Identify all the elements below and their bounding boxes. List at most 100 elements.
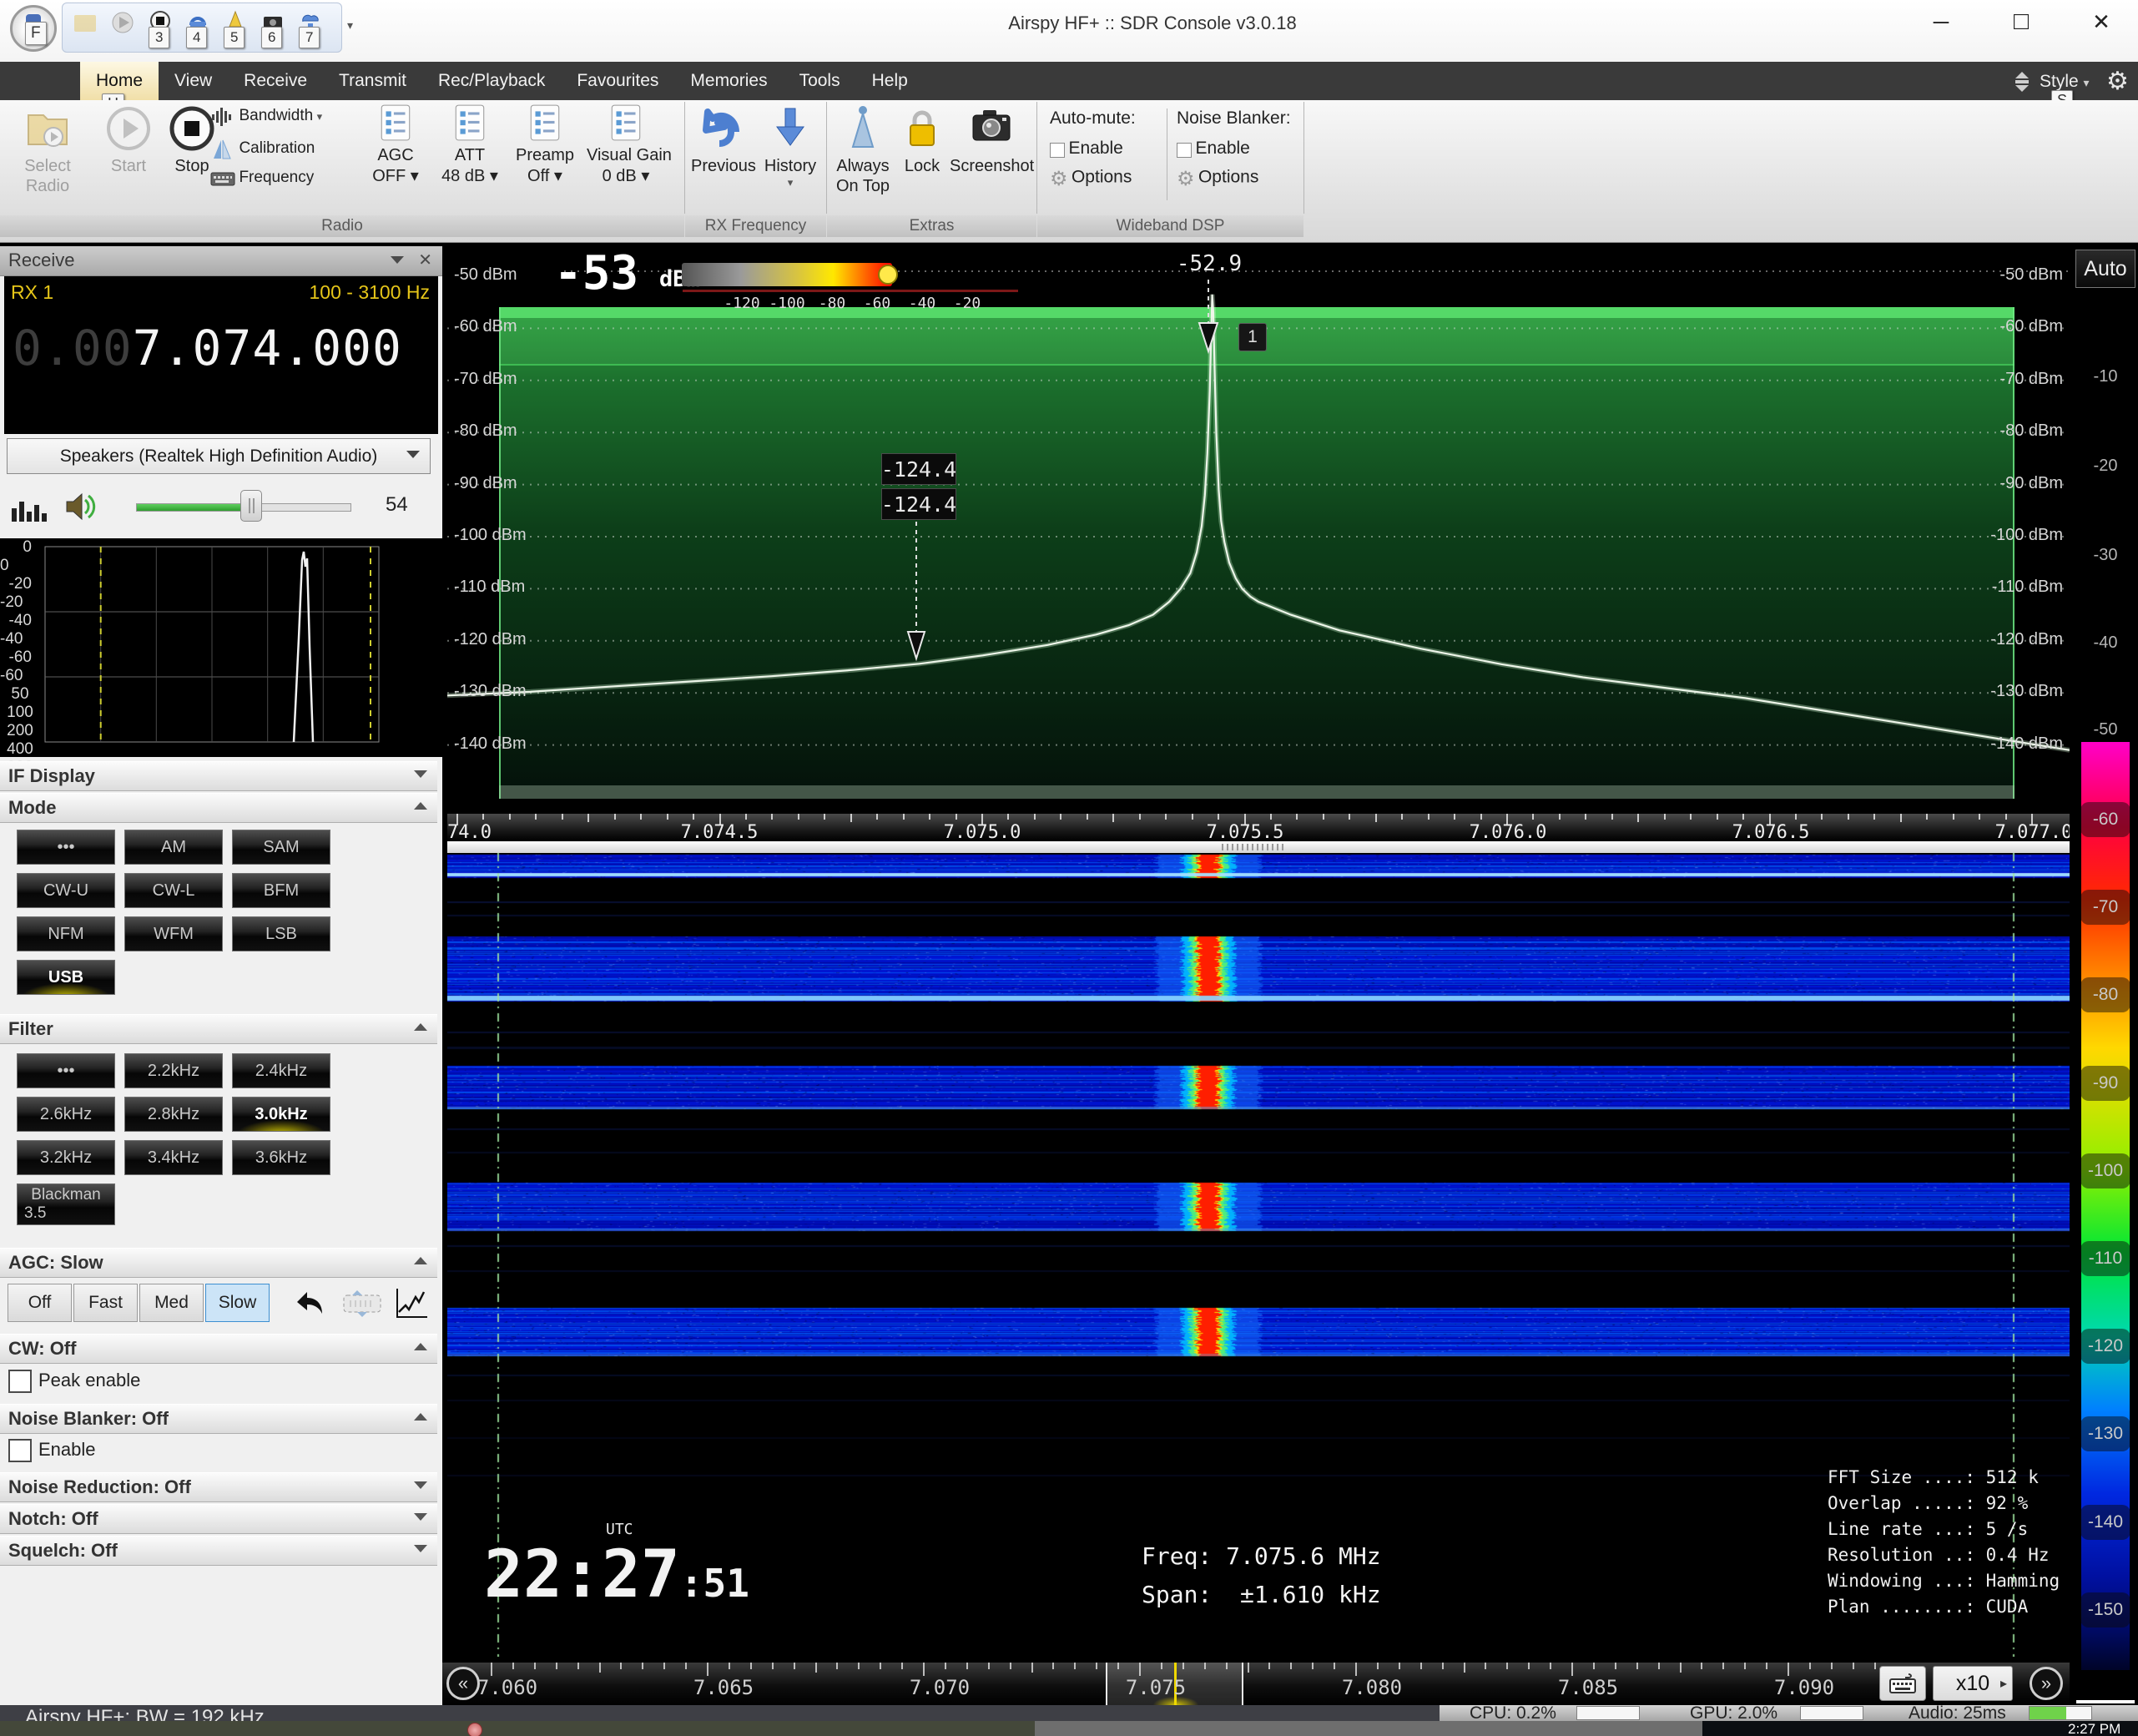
spectrum-waterfall-splitter[interactable] xyxy=(447,841,2070,853)
start-button[interactable]: Start xyxy=(98,105,159,176)
axis-tick xyxy=(1848,814,1849,820)
agc-scheme-icon[interactable] xyxy=(342,1289,382,1319)
history-button[interactable]: History ▾ xyxy=(758,103,823,189)
audio-device-select[interactable]: Speakers (Realtek High Definition Audio) xyxy=(7,438,431,474)
style-menu[interactable]: Style ▾ xyxy=(2040,72,2090,92)
agc-undo-icon[interactable] xyxy=(290,1287,327,1320)
section-header-noise-blanker[interactable]: Noise Blanker: Off xyxy=(0,1404,437,1434)
close-button[interactable] xyxy=(2083,7,2120,37)
filter-button-2-8khz[interactable]: 2.8kHz xyxy=(124,1097,223,1132)
bandwidth-button[interactable]: Bandwidth ▾ xyxy=(210,107,361,127)
section-header-squelch[interactable]: Squelch: Off xyxy=(0,1536,437,1566)
filter-button-2-4khz[interactable]: 2.4kHz xyxy=(232,1053,330,1088)
tab-receive[interactable]: Receive xyxy=(228,62,323,100)
rf-spectrum-display[interactable]: -53 dBm -120-100-80-60-40-20 -52.9 1 -12… xyxy=(447,246,2070,814)
mode-button-wfm[interactable]: WFM xyxy=(124,916,223,951)
speaker-icon[interactable] xyxy=(63,490,100,523)
spectrum-frequency-axis[interactable]: 74.07.074.57.075.07.075.57.076.07.076.57… xyxy=(447,814,2070,841)
nav-zoom-button[interactable]: x10 ▸ xyxy=(1933,1666,2013,1701)
select-radio-button[interactable]: SelectRadio xyxy=(10,105,85,196)
mode-button-sam[interactable]: SAM xyxy=(232,830,330,865)
agc-slow-button[interactable]: Slow xyxy=(205,1284,270,1322)
s-meter-dot xyxy=(878,265,898,285)
ribbon-dropdown-agc[interactable]: AGCOFF ▾ xyxy=(356,103,435,212)
always-on-top-button[interactable]: AlwaysOn Top xyxy=(833,103,893,196)
maximize-button[interactable] xyxy=(2003,7,2040,37)
ribbon-dropdown-visual-gain[interactable]: Visual Gain0 dB ▾ xyxy=(587,103,665,212)
panel-close-icon[interactable]: ✕ xyxy=(418,250,432,270)
ribbon-tabs: HomeViewReceiveTransmitRec/PlaybackFavou… xyxy=(0,62,2138,100)
window-function-button[interactable]: Blackman 3.5 xyxy=(17,1183,115,1225)
peak-enable-checkbox[interactable] xyxy=(8,1370,32,1393)
mode-button-cw-l[interactable]: CW-L xyxy=(124,873,223,908)
filter-button-2-2khz[interactable]: 2.2kHz xyxy=(124,1053,223,1088)
settings-gear-icon[interactable]: ⚙ xyxy=(2106,67,2129,96)
ribbon-collapse-icon[interactable] xyxy=(2009,68,2035,99)
frequency-display[interactable]: RX 1 100 - 3100 Hz 0.007.074.000 xyxy=(4,276,438,434)
mode-button-[interactable]: ••• xyxy=(17,830,115,865)
tab-rec-playback[interactable]: Rec/Playback xyxy=(422,62,561,100)
section-header-agc[interactable]: AGC: Slow xyxy=(0,1248,437,1278)
axis-tick xyxy=(1007,814,1009,820)
lock-button[interactable]: Lock xyxy=(896,103,948,176)
mode-button-lsb[interactable]: LSB xyxy=(232,916,330,951)
section-header-mode[interactable]: Mode xyxy=(0,793,437,823)
minimize-button[interactable] xyxy=(1923,7,1959,37)
section-header-filter[interactable]: Filter xyxy=(0,1014,437,1044)
screenshot-button[interactable]: Screenshot xyxy=(950,103,1033,176)
receive-panel-header[interactable]: Receive ✕ xyxy=(0,246,442,276)
tab-help[interactable]: Help xyxy=(856,62,924,100)
noise-blanker-enable-checkbox[interactable]: Enable xyxy=(1177,139,1250,159)
taskbar-app-icon[interactable] xyxy=(467,1723,482,1736)
section-header-noise-reduction[interactable]: Noise Reduction: Off xyxy=(0,1472,437,1502)
panel-menu-icon[interactable] xyxy=(391,256,404,264)
splitter-handle[interactable] xyxy=(1222,844,1287,850)
mode-button-am[interactable]: AM xyxy=(124,830,223,865)
tab-transmit[interactable]: Transmit xyxy=(323,62,422,100)
previous-frequency-button[interactable]: Previous xyxy=(691,103,754,176)
filter-button-3-4khz[interactable]: 3.4kHz xyxy=(124,1140,223,1175)
axis-tick xyxy=(1401,814,1403,820)
qat-button-2[interactable] xyxy=(108,8,140,38)
ribbon-dropdown-att[interactable]: ATT48 dB ▾ xyxy=(431,103,509,212)
audio-levels-icon[interactable] xyxy=(12,490,48,523)
mode-button-cw-u[interactable]: CW-U xyxy=(17,873,115,908)
ribbon-dropdown-preamp[interactable]: PreampOff ▾ xyxy=(506,103,584,212)
frequency-button[interactable]: Frequency xyxy=(210,169,361,188)
tab-tools[interactable]: Tools xyxy=(784,62,856,100)
auto-mute-options-button[interactable]: ⚙ Options xyxy=(1050,167,1132,191)
mode-button-usb[interactable]: USB xyxy=(17,960,115,995)
agc-chart-icon[interactable] xyxy=(392,1287,429,1320)
filter-button-[interactable]: ••• xyxy=(17,1053,115,1088)
nav-scroll-right-button[interactable]: » xyxy=(2030,1667,2063,1700)
mode-button-nfm[interactable]: NFM xyxy=(17,916,115,951)
section-header-cw[interactable]: CW: Off xyxy=(0,1334,437,1364)
nav-ruler-tick xyxy=(1506,1663,1508,1669)
section-header-notch[interactable]: Notch: Off xyxy=(0,1504,437,1534)
mode-button-bfm[interactable]: BFM xyxy=(232,873,330,908)
calibration-button[interactable]: Calibration xyxy=(210,139,361,160)
tab-view[interactable]: View xyxy=(159,62,228,100)
filter-button-3-0khz[interactable]: 3.0kHz xyxy=(232,1097,330,1132)
tab-favourites[interactable]: Favourites xyxy=(561,62,674,100)
filter-button-3-6khz[interactable]: 3.6kHz xyxy=(232,1140,330,1175)
waterfall-display[interactable]: UTC 22:27:51 Freq: 7.075.6 MHz Span: ±1.… xyxy=(447,853,2070,1657)
agc-fast-button[interactable]: Fast xyxy=(73,1284,138,1322)
qat-button-1[interactable] xyxy=(71,8,103,38)
tuned-frequency[interactable]: 0.007.074.000 xyxy=(13,320,402,376)
tab-memories[interactable]: Memories xyxy=(674,62,783,100)
volume-slider-thumb[interactable] xyxy=(240,490,262,522)
nav-keyboard-button[interactable] xyxy=(1879,1666,1926,1701)
axis-tick xyxy=(1900,814,1902,822)
colorscale-auto-button[interactable]: Auto xyxy=(2075,250,2135,288)
agc-med-button[interactable]: Med xyxy=(139,1284,204,1322)
band-navigation-bar[interactable]: « » x10 ▸ 7.0607.0657.0707.0757.0807.085… xyxy=(442,1663,2070,1705)
colorscale-label: -80 xyxy=(2080,977,2130,1012)
agc-off-button[interactable]: Off xyxy=(8,1284,72,1322)
filter-button-3-2khz[interactable]: 3.2kHz xyxy=(17,1140,115,1175)
noise-blanker-enable-checkbox[interactable] xyxy=(8,1439,32,1462)
auto-mute-enable-checkbox[interactable]: Enable xyxy=(1050,139,1123,159)
section-header-if-display[interactable]: IF Display xyxy=(0,761,437,791)
noise-blanker-options-button[interactable]: ⚙ Options xyxy=(1177,167,1258,191)
filter-button-2-6khz[interactable]: 2.6kHz xyxy=(17,1097,115,1132)
